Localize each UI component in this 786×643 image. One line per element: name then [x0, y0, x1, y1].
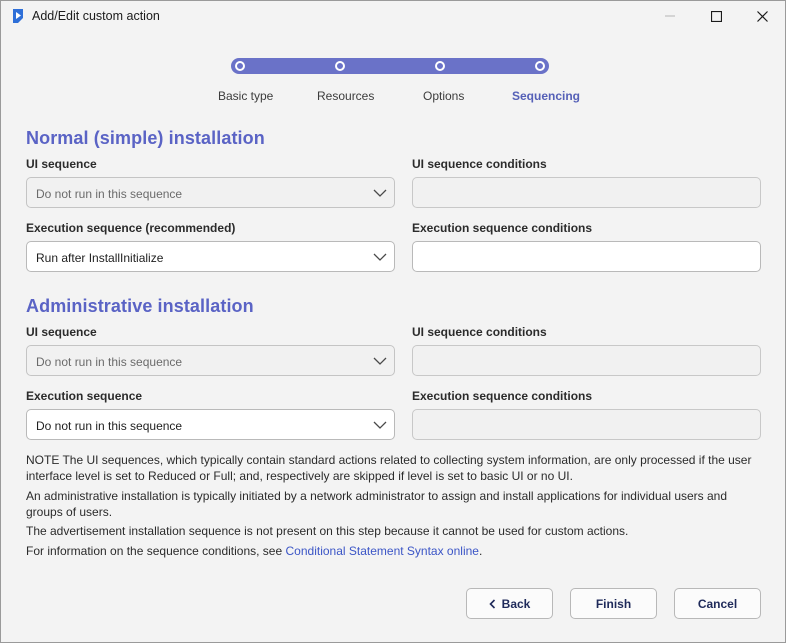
admin-installation-heading: Administrative installation	[26, 296, 254, 316]
step-label-basic-type[interactable]: Basic type	[218, 89, 273, 103]
chevron-left-icon	[489, 598, 495, 609]
step-label-resources[interactable]: Resources	[317, 89, 374, 103]
admin-exec-conditions-label: Execution sequence conditions	[412, 389, 593, 403]
step-dot-options[interactable]	[435, 61, 445, 71]
chevron-down-icon	[373, 189, 387, 197]
cancel-button-label: Cancel	[697, 596, 738, 611]
normal-ui-sequence-label: UI sequence	[26, 157, 97, 171]
note-conditions-suffix: .	[478, 544, 483, 558]
admin-ui-sequence-value: Do not run in this sequence	[36, 355, 183, 369]
dialog-window: Add/Edit custom action Basic type Resour…	[0, 0, 786, 643]
step-dot-basic-type[interactable]	[235, 61, 245, 71]
minimize-icon	[665, 15, 675, 17]
note-ui-sequences: NOTE The UI sequences, which typically c…	[26, 453, 752, 483]
cancel-button[interactable]: Cancel	[674, 588, 761, 619]
step-label-options[interactable]: Options	[423, 89, 464, 103]
close-icon	[756, 10, 768, 22]
maximize-button[interactable]	[694, 1, 738, 31]
admin-ui-sequence-label: UI sequence	[26, 325, 97, 339]
normal-exec-sequence-label: Execution sequence (recommended)	[26, 221, 236, 235]
chevron-down-icon	[373, 253, 387, 261]
admin-exec-sequence-value: Do not run in this sequence	[36, 419, 183, 433]
window-title: Add/Edit custom action	[32, 9, 160, 23]
finish-button-label: Finish	[595, 596, 632, 611]
normal-exec-conditions-label: Execution sequence conditions	[412, 221, 593, 235]
normal-exec-sequence-dropdown[interactable]: Run after InstallInitialize	[26, 241, 395, 272]
stepper-track	[231, 58, 549, 74]
normal-exec-sequence-value: Run after InstallInitialize	[36, 251, 164, 265]
admin-exec-conditions-input[interactable]	[412, 409, 761, 440]
title-bar: Add/Edit custom action	[1, 1, 785, 32]
maximize-icon	[710, 10, 722, 22]
finish-button[interactable]: Finish	[570, 588, 657, 619]
back-button-label: Back	[501, 596, 531, 611]
admin-ui-conditions-label: UI sequence conditions	[412, 325, 547, 339]
admin-exec-sequence-dropdown[interactable]: Do not run in this sequence	[26, 409, 395, 440]
admin-exec-sequence-label: Execution sequence	[26, 389, 143, 403]
note-conditions-prefix: For information on the sequence conditio…	[26, 544, 286, 558]
note-administrative: An administrative installation is typica…	[26, 489, 728, 519]
normal-ui-sequence-value: Do not run in this sequence	[36, 187, 183, 201]
normal-installation-heading: Normal (simple) installation	[26, 128, 265, 148]
app-icon	[13, 9, 23, 23]
chevron-down-icon	[373, 357, 387, 365]
normal-ui-conditions-input[interactable]	[412, 177, 761, 208]
note-conditions-info: For information on the sequence conditio…	[26, 543, 761, 559]
admin-ui-sequence-dropdown[interactable]: Do not run in this sequence	[26, 345, 395, 376]
chevron-down-icon	[373, 421, 387, 429]
close-button[interactable]	[740, 1, 784, 31]
step-dot-resources[interactable]	[335, 61, 345, 71]
minimize-button[interactable]	[648, 1, 692, 31]
step-label-sequencing[interactable]: Sequencing	[512, 89, 580, 103]
normal-ui-sequence-dropdown[interactable]: Do not run in this sequence	[26, 177, 395, 208]
admin-ui-conditions-input[interactable]	[412, 345, 761, 376]
conditional-syntax-link[interactable]: Conditional Statement Syntax online	[286, 544, 479, 558]
normal-exec-conditions-input[interactable]	[412, 241, 761, 272]
back-button[interactable]: Back	[466, 588, 553, 619]
normal-ui-conditions-label: UI sequence conditions	[412, 157, 547, 171]
note-advertisement: The advertisement installation sequence …	[26, 524, 629, 538]
step-dot-sequencing[interactable]	[535, 61, 545, 71]
